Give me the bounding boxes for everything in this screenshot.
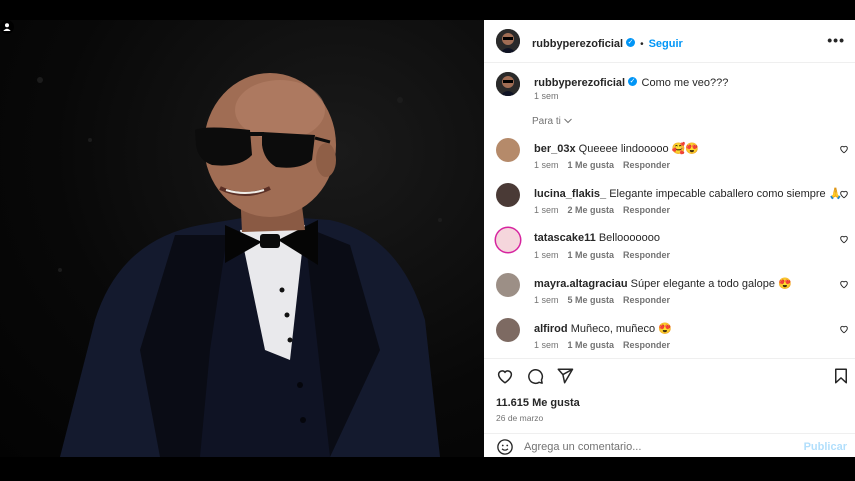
add-comment-bar: Publicar — [484, 433, 855, 459]
chevron-down-icon — [563, 118, 572, 124]
comment-likes[interactable]: 5 Me gusta — [568, 295, 615, 305]
comment-heart-icon[interactable] — [839, 324, 849, 334]
caption-line: rubbyperezoficial ✓ Como me veo??? — [534, 73, 728, 91]
reply-button[interactable]: Responder — [623, 250, 670, 260]
reply-button[interactable]: Responder — [623, 160, 670, 170]
comment-meta: 1 sem 5 Me gusta Responder — [534, 295, 679, 305]
comment-heart-icon[interactable] — [839, 189, 849, 199]
author-username[interactable]: rubbyperezoficial — [532, 38, 623, 50]
post-side-panel: rubbyperezoficial ✓ • Seguir ••• rubbyperez… — [484, 20, 855, 457]
commenter-avatar[interactable] — [496, 318, 520, 342]
reply-button[interactable]: Responder — [623, 295, 670, 305]
comment-line: lucina_flakis_ Elegante impecable caball… — [534, 187, 842, 200]
comment-time: 1 sem — [534, 160, 559, 170]
comment-item: mayra.altagraciau Súper elegante a todo … — [484, 273, 855, 319]
comment-time: 1 sem — [534, 295, 559, 305]
instagram-post-modal: rubbyperezoficial ✓ • Seguir ••• rubbyperez… — [0, 20, 855, 457]
comment-input[interactable] — [524, 440, 784, 454]
comment-meta: 1 sem 1 Me gusta Responder — [534, 340, 679, 350]
emoji-icon[interactable] — [496, 438, 514, 456]
comment-item: ber_03x Queeee lindooooo 🥰😍 1 sem 1 Me gu… — [484, 138, 855, 184]
portrait-illustration — [37, 73, 442, 457]
bookmark-icon[interactable] — [832, 367, 850, 385]
more-options-icon[interactable]: ••• — [827, 32, 845, 48]
comment-heart-icon[interactable] — [839, 144, 849, 154]
follow-button[interactable]: Seguir — [649, 38, 683, 50]
reply-button[interactable]: Responder — [623, 340, 670, 350]
verified-badge-icon: ✓ — [626, 38, 636, 48]
caption-text: Como me veo??? — [641, 77, 729, 89]
comment-likes[interactable]: 2 Me gusta — [568, 205, 615, 215]
publish-button[interactable]: Publicar — [804, 441, 847, 453]
comment-heart-icon[interactable] — [839, 279, 849, 289]
comment-meta: 1 sem 2 Me gusta Responder — [534, 205, 679, 215]
caption-time: 1 sem — [534, 91, 559, 101]
comment-meta: 1 sem 1 Me gusta Responder — [534, 160, 679, 170]
commenter-avatar[interactable] — [496, 273, 520, 297]
comment-icon[interactable] — [526, 367, 544, 385]
reply-button[interactable]: Responder — [623, 205, 670, 215]
comment-line: ber_03x Queeee lindooooo 🥰😍 — [534, 142, 699, 155]
comment-username[interactable]: alfirod — [534, 323, 568, 335]
comment-line: mayra.altagraciau Súper elegante a todo … — [534, 277, 792, 290]
user-tag-icon[interactable] — [0, 20, 14, 34]
comment-username[interactable]: tatascake11 — [534, 232, 596, 244]
author-avatar[interactable] — [496, 29, 520, 53]
comment-text: Muñeco, muñeco 😍 — [570, 323, 672, 335]
likes-count[interactable]: 11.615 Me gusta — [496, 397, 580, 409]
comment-time: 1 sem — [534, 205, 559, 215]
commenter-avatar[interactable] — [496, 228, 520, 252]
post-header: rubbyperezoficial ✓ • Seguir ••• — [484, 20, 855, 63]
comment-item: lucina_flakis_ Elegante impecable caball… — [484, 183, 855, 229]
post-date: 26 de marzo — [496, 413, 544, 423]
share-icon[interactable] — [556, 367, 574, 385]
comment-line: alfirod Muñeco, muñeco 😍 — [534, 322, 672, 335]
post-actions: 11.615 Me gusta 26 de marzo Publicar — [484, 358, 855, 458]
heart-icon[interactable] — [496, 367, 514, 385]
comment-text: Súper elegante a todo galope 😍 — [630, 278, 792, 290]
sort-label: Para ti — [532, 116, 561, 127]
comment-text: Queeee lindooooo 🥰😍 — [578, 143, 700, 155]
commenter-avatar[interactable] — [496, 138, 520, 162]
comment-username[interactable]: ber_03x — [534, 143, 576, 155]
caption-avatar[interactable] — [496, 72, 520, 96]
sort-comments-dropdown[interactable]: Para ti — [532, 116, 572, 127]
verified-badge-icon: ✓ — [628, 77, 638, 87]
post-photo[interactable] — [0, 20, 484, 457]
comment-line: tatascake11 Bellooooooo — [534, 232, 660, 244]
comment-item: tatascake11 Bellooooooo 1 sem 1 Me gusta R… — [484, 228, 855, 274]
comment-time: 1 sem — [534, 340, 559, 350]
comment-likes[interactable]: 1 Me gusta — [568, 160, 615, 170]
caption-username[interactable]: rubbyperezoficial — [534, 77, 625, 89]
comment-text: Elegante impecable caballero como siempr… — [609, 188, 843, 200]
comment-text: Bellooooooo — [598, 232, 661, 244]
comment-username[interactable]: mayra.altagraciau — [534, 278, 628, 290]
commenter-avatar[interactable] — [496, 183, 520, 207]
separator-dot: • — [640, 39, 644, 50]
comment-likes[interactable]: 1 Me gusta — [568, 340, 615, 350]
comment-meta: 1 sem 1 Me gusta Responder — [534, 250, 679, 260]
header-user-line: rubbyperezoficial ✓ • Seguir — [532, 34, 683, 52]
comment-heart-icon[interactable] — [839, 234, 849, 244]
comment-likes[interactable]: 1 Me gusta — [568, 250, 615, 260]
comment-time: 1 sem — [534, 250, 559, 260]
comment-username[interactable]: lucina_flakis_ — [534, 188, 606, 200]
